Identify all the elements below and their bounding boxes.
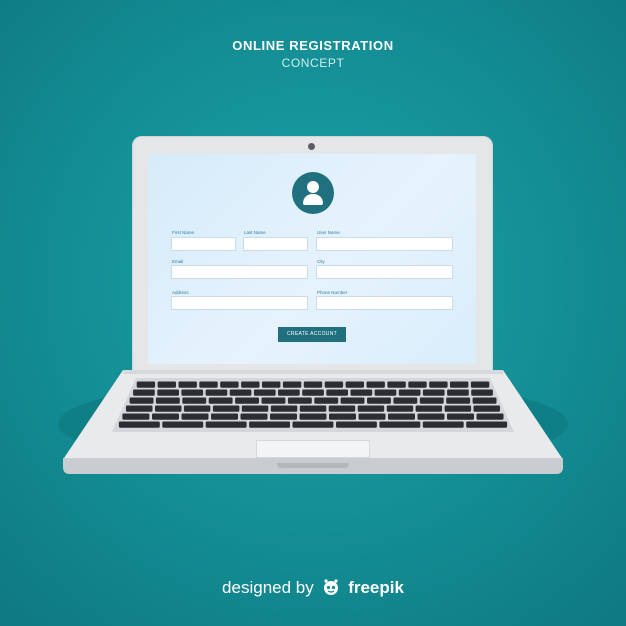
- keyboard-key: [155, 405, 182, 412]
- keyboard-key: [471, 389, 493, 396]
- keyboard-key: [408, 381, 427, 388]
- keyboard-key: [278, 389, 300, 396]
- keyboard-key: [366, 381, 385, 388]
- keyboard-key: [133, 389, 155, 396]
- keyboard-key: [220, 381, 239, 388]
- keyboard-key: [328, 405, 356, 412]
- keyboard-key: [241, 405, 269, 412]
- keyboard-key: [129, 397, 154, 404]
- keyboard-key: [329, 413, 356, 420]
- keyboard-key: [292, 421, 334, 428]
- keyboard-key: [270, 405, 298, 412]
- footer-credit: designed by freepik: [0, 578, 626, 598]
- freepik-logo-icon: [324, 579, 339, 595]
- keyboard-key: [155, 397, 180, 404]
- keyboard-key: [181, 413, 209, 420]
- keyboard-key: [302, 389, 324, 396]
- keyboard-key: [358, 413, 386, 420]
- keyboard-key: [476, 413, 504, 420]
- keyboard-key: [270, 413, 297, 420]
- keyboard-key: [303, 381, 323, 388]
- keyboard-key: [249, 421, 290, 428]
- keyboard-key: [388, 413, 415, 420]
- keyboard-key: [466, 421, 508, 428]
- touchpad[interactable]: [256, 440, 370, 458]
- keyboard-key: [446, 397, 471, 404]
- keyboard-key: [183, 405, 211, 412]
- keyboard-key: [287, 397, 312, 404]
- keyboard-key: [379, 421, 421, 428]
- keyboard-key: [136, 381, 156, 388]
- keyboard-key: [472, 397, 497, 404]
- keyboard-key: [157, 389, 179, 396]
- keyboard-key: [211, 413, 238, 420]
- keyboard-key: [253, 389, 276, 396]
- keyboard-key: [314, 397, 339, 404]
- keyboard-key: [350, 389, 373, 396]
- keyboard-key: [152, 413, 179, 420]
- keyboard-key: [241, 381, 260, 388]
- credit-prefix: designed by: [222, 578, 314, 597]
- keyboard-key: [178, 381, 197, 388]
- keyboard-key: [398, 389, 421, 396]
- keyboard-key: [118, 421, 160, 428]
- keyboard-key: [387, 381, 406, 388]
- keyboard-key: [450, 381, 469, 388]
- keyboard-key: [262, 381, 281, 388]
- keyboard-key: [126, 405, 153, 412]
- keyboard-key: [299, 413, 327, 420]
- keyboard-key: [422, 389, 445, 396]
- keyboard-key: [367, 397, 391, 404]
- keyboard-key: [444, 405, 472, 412]
- keyboard-key: [199, 381, 218, 388]
- keyboard-key: [324, 381, 344, 388]
- keyboard-key: [447, 389, 469, 396]
- keyboard: [112, 378, 514, 432]
- keyboard-key: [162, 421, 204, 428]
- keyboard-key: [235, 397, 259, 404]
- keyboard-key: [393, 397, 418, 404]
- credit-brand: freepik: [348, 578, 404, 597]
- keyboard-key: [205, 389, 228, 396]
- keyboard-key: [181, 389, 204, 396]
- keyboard-key: [282, 381, 302, 388]
- keyboard-key: [205, 421, 247, 428]
- keyboard-key: [240, 413, 268, 420]
- keyboard-key: [447, 413, 474, 420]
- keyboard-key: [345, 381, 364, 388]
- keyboard-key: [429, 381, 448, 388]
- keyboard-key: [422, 421, 464, 428]
- keyboard-key: [419, 397, 444, 404]
- keyboard-key: [357, 405, 385, 412]
- keyboard-key: [299, 405, 327, 412]
- keyboard-key: [374, 389, 397, 396]
- keyboard-key: [340, 397, 365, 404]
- keyboard-key: [473, 405, 500, 412]
- keyboard-key: [122, 413, 150, 420]
- laptop-front-notch: [277, 463, 349, 468]
- keyboard-key: [212, 405, 240, 412]
- keyboard-key: [415, 405, 443, 412]
- keyboard-key: [386, 405, 414, 412]
- keyboard-key: [182, 397, 207, 404]
- keyboard-key: [261, 397, 286, 404]
- keyboard-key: [470, 381, 490, 388]
- keyboard-key: [336, 421, 377, 428]
- keyboard-key: [157, 381, 176, 388]
- keyboard-key: [326, 389, 348, 396]
- keyboard-key: [417, 413, 445, 420]
- keyboard-key: [208, 397, 233, 404]
- keyboard-key: [229, 389, 252, 396]
